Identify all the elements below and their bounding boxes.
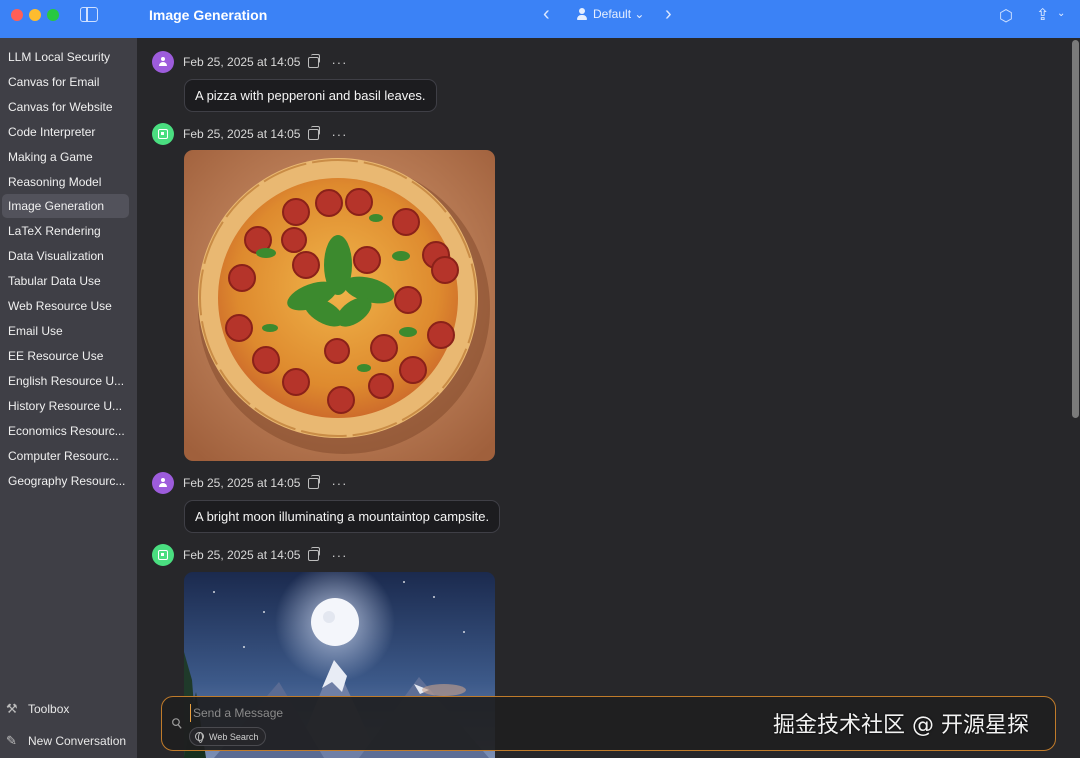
user-message-bubble: A pizza with pepperoni and basil leaves. [184,79,437,112]
close-window-button[interactable] [11,9,23,21]
sidebar-item-history-resource-use[interactable]: History Resource U... [2,394,129,418]
message-header: Feb 25, 2025 at 14:05 ··· [152,544,347,566]
window-title: Image Generation [149,7,268,23]
message-header: Feb 25, 2025 at 14:05 ··· [152,51,347,73]
toolbox-label: Toolbox [28,702,70,716]
sidebar: LLM Local Security Canvas for Email Canv… [0,38,137,758]
more-icon[interactable]: ··· [331,127,347,142]
assistant-avatar [152,544,174,566]
profile-selector[interactable]: Default ⌄ [575,7,644,21]
sidebar-item-latex-rendering[interactable]: LaTeX Rendering [2,219,129,243]
sidebar-item-ee-resource-use[interactable]: EE Resource Use [2,344,129,368]
sidebar-item-data-visualization[interactable]: Data Visualization [2,244,129,268]
user-avatar [152,51,174,73]
web-search-toggle[interactable]: Web Search [189,727,267,746]
sidebar-item-geography-resource[interactable]: Geography Resourc... [2,469,129,493]
message-timestamp: Feb 25, 2025 at 14:05 [183,127,301,141]
copy-icon[interactable] [308,125,321,140]
profile-label: Default ⌄ [593,7,645,21]
sidebar-item-web-resource-use[interactable]: Web Resource Use [2,294,129,318]
chevron-right-icon[interactable]: › [665,4,672,24]
message-header: Feb 25, 2025 at 14:05 ··· [152,472,347,494]
message-timestamp: Feb 25, 2025 at 14:05 [183,55,301,69]
new-conversation-button[interactable]: ✎ New Conversation [6,733,126,749]
more-icon[interactable]: ··· [331,548,347,563]
web-search-label: Web Search [209,731,259,742]
user-message-bubble: A bright moon illuminating a mountaintop… [184,500,501,533]
watermark: 掘金技术社区 @ 开源星探 [773,713,1029,738]
copy-icon[interactable] [308,53,321,68]
compose-icon: ✎ [6,733,17,748]
copy-icon[interactable] [308,474,321,489]
sidebar-item-economics-resource[interactable]: Economics Resourc... [2,419,129,443]
message-timestamp: Feb 25, 2025 at 14:05 [183,548,301,562]
globe-icon [195,732,204,743]
sidebar-item-canvas-for-website[interactable]: Canvas for Website [2,95,129,119]
title-bar: Image Generation ‹ Default ⌄ › ⬡ ⇪ ⌄ [0,0,1080,38]
generated-image-pizza[interactable] [184,150,495,461]
cube-icon[interactable]: ⬡ [999,6,1013,26]
sidebar-item-email-use[interactable]: Email Use [2,319,129,343]
sidebar-item-tabular-data-use[interactable]: Tabular Data Use [2,269,129,293]
chat-scrollbar[interactable] [1072,40,1079,418]
sidebar-item-llm-local-security[interactable]: LLM Local Security [2,45,129,69]
wrench-icon: ⚒ [6,701,18,716]
sidebar-item-computer-resource[interactable]: Computer Resourc... [2,444,129,468]
sidebar-item-making-a-game[interactable]: Making a Game [2,145,129,169]
pizza-illustration [184,150,495,461]
minimize-window-button[interactable] [29,9,41,21]
sidebar-item-canvas-for-email[interactable]: Canvas for Email [2,70,129,94]
sidebar-item-code-interpreter[interactable]: Code Interpreter [2,120,129,144]
message-input[interactable] [190,704,750,722]
new-conversation-label: New Conversation [28,734,127,748]
sidebar-item-image-generation[interactable]: Image Generation [2,194,129,218]
paperclip-icon[interactable]: ⚲ [168,714,187,734]
chevron-down-icon[interactable]: ⌄ [1057,8,1065,19]
more-icon[interactable]: ··· [331,476,347,491]
sidebar-toggle-icon[interactable] [80,7,98,22]
user-icon [575,7,589,21]
sidebar-item-english-resource-use[interactable]: English Resource U... [2,369,129,393]
user-avatar [152,472,174,494]
more-icon[interactable]: ··· [331,55,347,70]
zoom-window-button[interactable] [47,9,59,21]
assistant-avatar [152,123,174,145]
share-icon[interactable]: ⇪ [1036,5,1049,25]
chevron-left-icon[interactable]: ‹ [543,4,550,24]
message-timestamp: Feb 25, 2025 at 14:05 [183,476,301,490]
toolbox-button[interactable]: ⚒ Toolbox [6,701,69,717]
message-header: Feb 25, 2025 at 14:05 ··· [152,123,347,145]
sidebar-item-reasoning-model[interactable]: Reasoning Model [2,170,129,194]
copy-icon[interactable] [308,546,321,561]
